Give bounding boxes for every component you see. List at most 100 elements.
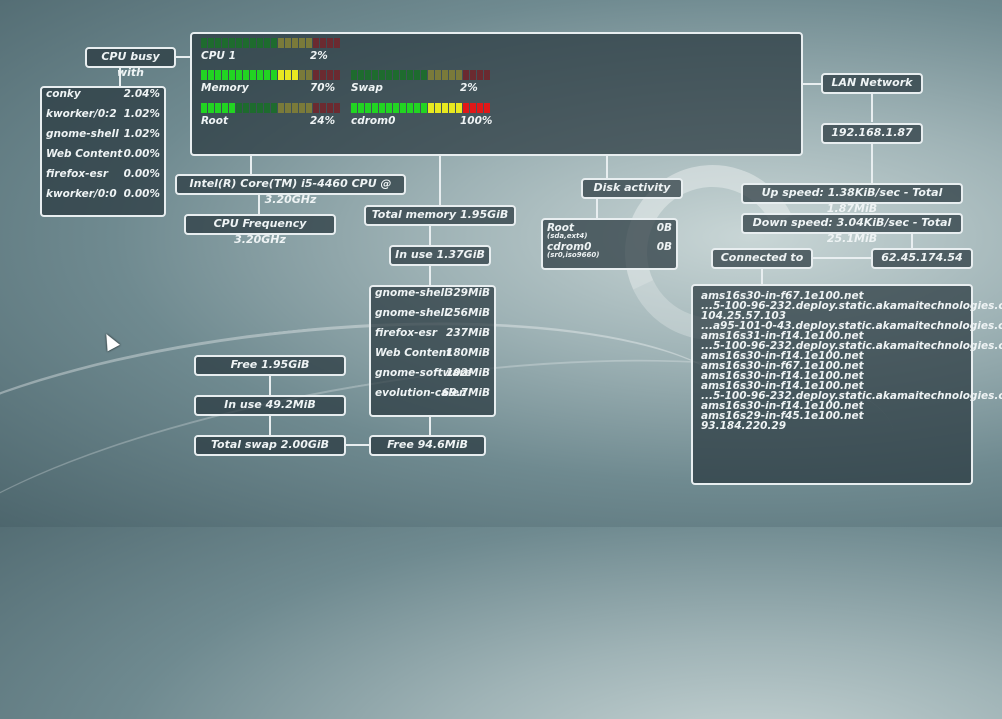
meter-segment [414,103,420,113]
process-value: 1.02% [123,108,160,120]
memory-process-row: gnome-shell 256MiB [375,307,490,321]
process-name: gnome-shell [375,287,448,299]
memory-meter-bar [201,70,340,80]
process-value: 2.04% [123,88,160,100]
process-value: 102MiB [446,367,490,379]
total-memory: Total memory 1.95GiB [364,205,516,226]
meter-segment [442,70,448,80]
process-name: Web Content [375,347,452,359]
meter-segment [313,38,319,48]
disk-device-sub: (sr0,iso9660) [547,251,600,259]
root-value: 24% [310,115,336,127]
meter-segment [229,70,235,80]
meter-segment [236,70,242,80]
total-swap: Total swap 2.00GiB [194,435,346,456]
meter-segment [243,38,249,48]
meter-segment [313,70,319,80]
meter-segment [278,38,284,48]
disk-activity-title: Disk activity [581,178,683,199]
meter-segment [215,38,221,48]
meter-segment [358,103,364,113]
meter-segment [393,70,399,80]
meter-segment [292,38,298,48]
connected-to-label: Connected to [711,248,813,269]
meter-segment [449,70,455,80]
meter-segment [264,38,270,48]
meter-segment [208,70,214,80]
mouse-cursor-icon [100,330,120,352]
meter-segment [243,103,249,113]
connection-item: 93.184.220.29 [701,420,787,432]
meter-segment [372,70,378,80]
meter-segment [435,70,441,80]
meter-segment [334,38,340,48]
cpu-process-row: kworker/0:2 1.02% [46,108,160,122]
meter-segment [470,103,476,113]
process-name: firefox-esr [375,327,438,339]
local-ip: 192.168.1.87 [821,123,923,144]
meters-panel: CPU 1 2% Memory 70% Swap 2% Root 24% cdr… [190,32,803,156]
meter-segment [463,70,469,80]
meter-segment [229,103,235,113]
memory-process-row: gnome-shell 329MiB [375,287,490,301]
meter-segment [278,103,284,113]
process-name: firefox-esr [46,168,109,180]
disk-device-row: Root (sda,ext4) 0B [547,222,672,240]
meter-segment [299,103,305,113]
process-value: 1.02% [123,128,160,140]
memory-process-row: firefox-esr 237MiB [375,327,490,341]
process-name: conky [46,88,81,100]
meter-segment [215,70,221,80]
cpu-frequency: CPU Frequency 3.20GHz [184,214,336,246]
meter-segment [477,103,483,113]
swap-in-use: In use 49.2MiB [194,395,346,416]
process-name: kworker/0:0 [46,188,117,200]
meter-segment [257,70,263,80]
meter-segment [250,103,256,113]
cpu1-value: 2% [310,50,328,62]
meter-segment [222,70,228,80]
meter-segment [463,103,469,113]
meter-segment [257,38,263,48]
meter-segment [285,38,291,48]
meter-segment [365,70,371,80]
meter-segment [477,70,483,80]
process-value: 256MiB [446,307,490,319]
meter-segment [278,70,284,80]
meter-segment [222,38,228,48]
meter-segment [386,70,392,80]
meter-segment [414,70,420,80]
meter-segment [320,103,326,113]
meter-segment [386,103,392,113]
meter-segment [358,70,364,80]
meter-segment [393,103,399,113]
process-name: gnome-shell [46,128,119,140]
process-value: 329MiB [446,287,490,299]
disk-panel: Root (sda,ext4) 0B cdrom0 (sr0,iso9660) 0B [541,218,678,270]
meter-segment [407,103,413,113]
meter-segment [456,103,462,113]
meter-segment [306,38,312,48]
meter-segment [327,38,333,48]
swap-meter-bar [351,70,490,80]
meter-segment [372,103,378,113]
meter-segment [428,103,434,113]
cpu-model: Intel(R) Core(TM) i5-4460 CPU @ 3.20GHz [175,174,406,206]
meter-segment [435,103,441,113]
process-value: 237MiB [446,327,490,339]
meter-segment [470,70,476,80]
meter-segment [201,70,207,80]
meter-segment [271,103,277,113]
swap-value: 2% [460,82,478,94]
meter-segment [201,103,207,113]
meter-segment [264,70,270,80]
swap-label: Swap [351,82,383,94]
meter-segment [299,70,305,80]
memory-process-row: evolution-calen 69.7MiB [375,387,490,401]
root-meter-bar [201,103,340,113]
cpu-process-row: Web Content 0.00% [46,148,160,162]
cpu-busy-title: CPU busy with [85,47,176,79]
meter-segment [449,103,455,113]
process-value: 69.7MiB [442,387,490,399]
process-value: 0.00% [123,148,160,160]
